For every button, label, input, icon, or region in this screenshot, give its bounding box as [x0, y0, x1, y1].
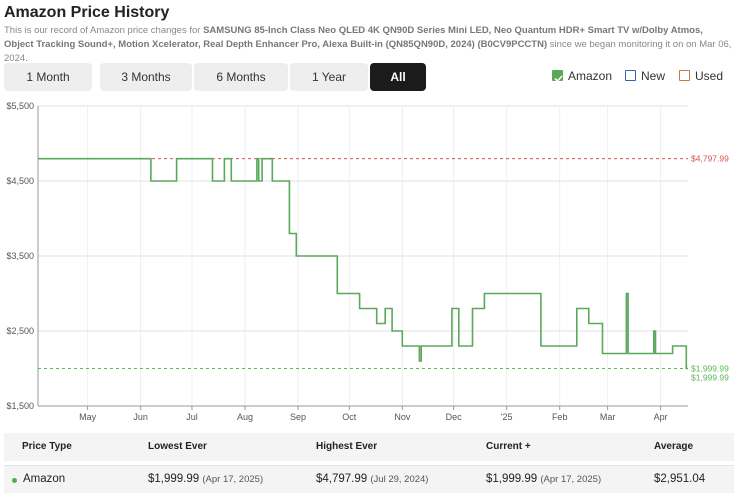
cell-current: $1,999.99 (Apr 17, 2025): [486, 473, 601, 485]
y-tick-label: $4,500: [6, 176, 34, 186]
x-tick-label: Nov: [394, 412, 411, 422]
x-tick-label: Oct: [342, 412, 357, 422]
cell-highest: $4,797.99 (Jul 29, 2024): [316, 473, 428, 485]
current-price: $1,999.99: [486, 473, 538, 485]
header-price-type: Price Type: [22, 441, 72, 452]
header-lowest-ever: Lowest Ever: [148, 441, 207, 452]
x-tick-label: Jul: [186, 412, 198, 422]
x-tick-label: Mar: [600, 412, 616, 422]
x-tick-label: May: [79, 412, 97, 422]
y-tick-label: $3,500: [6, 251, 34, 261]
x-tick-label: Apr: [654, 412, 668, 422]
checkbox-unchecked-icon[interactable]: [679, 70, 690, 81]
cell-price-type: Amazon: [23, 473, 66, 485]
table-row: Amazon $1,999.99 (Apr 17, 2025) $4,797.9…: [4, 465, 734, 493]
series-line-amazon: [38, 157, 688, 370]
y-tick-label: $2,500: [6, 326, 34, 336]
tab-1-year[interactable]: 1 Year: [290, 63, 368, 91]
price-chart[interactable]: $1,500 $2,500 $3,500 $4,500 $5,500 May Jun Jul A…: [0, 98, 738, 426]
price-table: Price Type Lowest Ever Highest Ever Curr…: [4, 433, 734, 493]
tab-3-months[interactable]: 3 Months: [100, 63, 192, 91]
legend-used[interactable]: Used: [677, 68, 732, 86]
x-tick-label: Dec: [446, 412, 463, 422]
lowest-price: $1,999.99: [148, 473, 200, 485]
amazon-dot-icon: [12, 478, 17, 483]
x-tick-label: Jun: [133, 412, 148, 422]
tab-1-month[interactable]: 1 Month: [4, 63, 92, 91]
price-chart-svg: $1,500 $2,500 $3,500 $4,500 $5,500 May Jun Jul A…: [6, 101, 729, 422]
y-tick-label: $5,500: [6, 101, 34, 111]
header-average: Average: [654, 441, 694, 452]
description-prefix: This is our record of Amazon price chang…: [4, 25, 204, 36]
header-current: Current +: [486, 441, 531, 452]
table-header-row: Price Type Lowest Ever Highest Ever Curr…: [4, 433, 734, 461]
legend-label-new: New: [641, 69, 666, 83]
legend-label-used: Used: [695, 69, 724, 83]
y-tick-label: $1,500: [6, 401, 34, 411]
x-tick-label: Sep: [290, 412, 306, 422]
checkbox-unchecked-icon[interactable]: [625, 70, 636, 81]
current-date: (Apr 17, 2025): [540, 474, 602, 485]
checkbox-checked-icon[interactable]: [552, 70, 563, 83]
legend-new[interactable]: New: [623, 68, 673, 86]
x-tick-label: '25: [501, 412, 513, 422]
lowest-date: (Apr 17, 2025): [202, 474, 264, 485]
current-price-label: $1,999.99: [691, 373, 729, 383]
legend-label-amazon: Amazon: [568, 69, 613, 83]
tab-all[interactable]: All: [370, 63, 426, 91]
x-tick-label: Feb: [552, 412, 568, 422]
page-description: This is our record of Amazon price chang…: [4, 24, 732, 66]
legend-amazon[interactable]: Amazon: [550, 68, 620, 86]
x-tick-label: Aug: [237, 412, 253, 422]
highest-price-label: $4,797.99: [691, 154, 729, 164]
highest-price: $4,797.99: [316, 473, 368, 485]
cell-average: $2,951.04: [654, 473, 706, 485]
header-highest-ever: Highest Ever: [316, 441, 378, 452]
cell-lowest: $1,999.99 (Apr 17, 2025): [148, 473, 263, 485]
page-title: Amazon Price History: [4, 4, 170, 21]
highest-date: (Jul 29, 2024): [370, 474, 429, 485]
tab-6-months[interactable]: 6 Months: [194, 63, 288, 91]
